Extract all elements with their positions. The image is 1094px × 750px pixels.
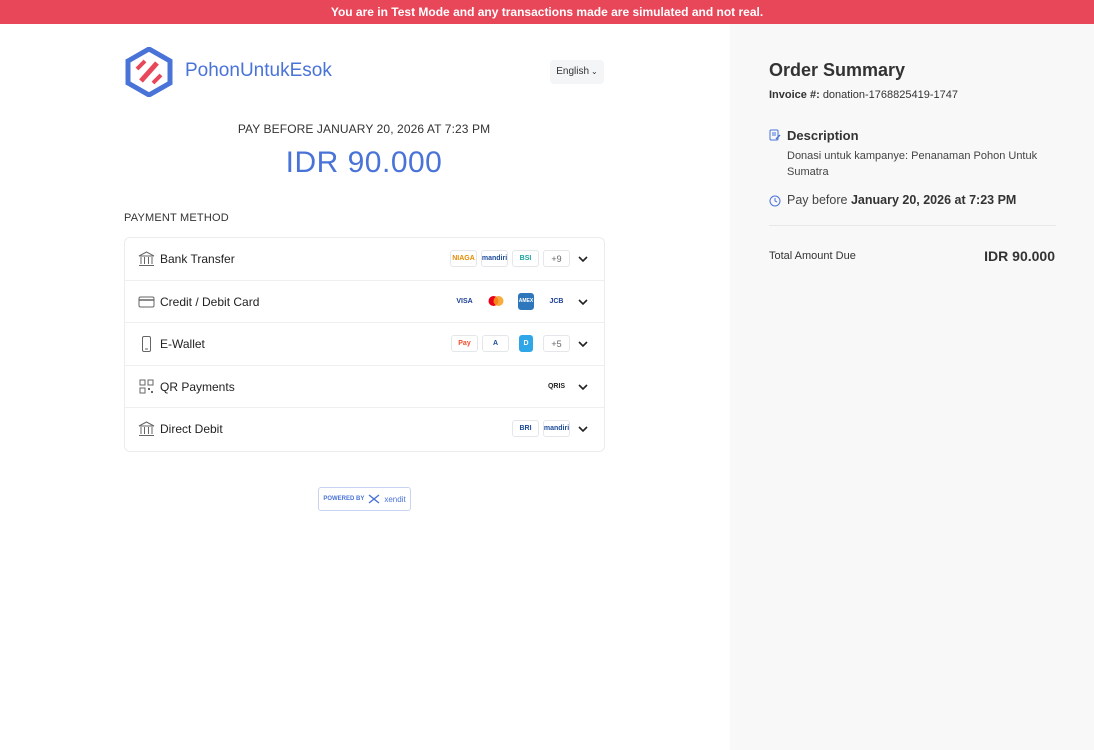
invoice-label: Invoice #: — [769, 89, 820, 101]
description-heading: Description — [787, 128, 859, 143]
more-count-chip: +5 — [543, 335, 570, 352]
method-label: Credit / Debit Card — [160, 294, 260, 309]
chevron-down-icon — [578, 256, 588, 263]
bank-icon — [138, 421, 155, 436]
method-logos: QRIS — [543, 377, 570, 395]
method-qr-payments[interactable]: QR Payments QRIS — [125, 366, 604, 408]
payment-amount: IDR 90.000 — [285, 146, 443, 179]
total-amount-value: IDR 90.000 — [984, 248, 1055, 264]
chevron-down-icon — [578, 298, 588, 305]
test-mode-banner: You are in Test Mode and any transaction… — [0, 0, 1094, 24]
qris-logo-chip: QRIS — [543, 377, 570, 395]
bank-logo-chip: BRI — [512, 420, 539, 437]
method-label: Bank Transfer — [160, 252, 235, 266]
bank-logo-chip: NIAGA — [450, 250, 477, 267]
divider — [769, 225, 1056, 226]
qr-icon — [139, 379, 154, 393]
xendit-logo-icon — [368, 494, 380, 504]
brand-name: PohonUntukEsok — [185, 60, 332, 81]
bank-logo-chip: BSI — [512, 250, 539, 267]
pay-before-text: PAY BEFORE JANUARY 20, 2026 AT 7:23 PM — [237, 122, 491, 136]
invoice-number: donation-1768825419-1747 — [822, 89, 958, 101]
payment-panel: PohonUntukEsok English ⌄ PAY BEFORE JANUA… — [0, 24, 730, 750]
chevron-down-icon: ⌄ — [591, 67, 598, 76]
order-summary-title: Order Summary — [769, 60, 906, 80]
powered-by-label: POWERED BY — [323, 496, 365, 502]
wallet-logo-chip: Pay — [451, 335, 478, 352]
jcb-logo-chip: JCB — [543, 292, 570, 310]
xendit-label: xendit — [384, 494, 406, 504]
method-credit-debit-card[interactable]: Credit / Debit Card VISA AMEX JCB — [125, 281, 604, 323]
bank-logo-chip: mandiri — [481, 250, 508, 267]
invoice-line: Invoice #: donation-1768825419-1747 — [769, 89, 958, 101]
amex-logo-chip: AMEX — [518, 292, 534, 310]
wallet-logo-chip: D — [519, 335, 533, 352]
method-label: E-Wallet — [160, 337, 205, 351]
method-direct-debit[interactable]: Direct Debit BRI mandiri — [125, 408, 604, 451]
brand-logo-icon — [125, 47, 173, 97]
visa-logo-chip: VISA — [451, 292, 478, 310]
language-label: English — [556, 66, 590, 77]
language-selector[interactable]: English ⌄ — [550, 60, 604, 84]
method-logos: BRI mandiri — [512, 420, 570, 437]
method-label: QR Payments — [160, 379, 235, 394]
powered-by-xendit-badge[interactable]: POWERED BY xendit — [318, 487, 411, 511]
bank-icon — [138, 251, 155, 266]
clock-icon — [769, 195, 781, 207]
pay-before-line: Pay before January 20, 2026 at 7:23 PM — [787, 193, 1016, 207]
bank-logo-chip: mandiri — [543, 420, 570, 437]
chevron-down-icon — [578, 341, 588, 348]
description-text: Donasi untuk kampanye: Penanaman Pohon U… — [787, 150, 1038, 178]
mastercard-icon — [488, 296, 503, 306]
pay-before-date: January 20, 2026 at 7:23 PM — [850, 193, 1017, 207]
total-amount-label: Total Amount Due — [769, 250, 856, 262]
phone-icon — [142, 336, 151, 352]
wallet-logo-chip: A — [482, 335, 509, 352]
method-e-wallet[interactable]: E-Wallet Pay A D +5 — [125, 323, 604, 366]
more-count-chip: +9 — [543, 250, 570, 267]
method-bank-transfer[interactable]: Bank Transfer NIAGA mandiri BSI +9 — [125, 238, 604, 281]
method-logos: NIAGA mandiri BSI +9 — [450, 250, 570, 267]
order-summary-panel: Order Summary Invoice #: donation-176882… — [730, 24, 1094, 750]
document-icon — [769, 129, 781, 141]
chevron-down-icon — [578, 426, 588, 433]
method-label: Direct Debit — [160, 422, 223, 436]
card-icon — [138, 296, 155, 307]
chevron-down-icon — [578, 383, 588, 390]
method-logos: Pay A D +5 — [451, 335, 570, 352]
payment-method-list: Bank Transfer NIAGA mandiri BSI +9 Credi… — [124, 237, 605, 452]
method-logos: VISA AMEX JCB — [451, 292, 570, 310]
pay-before-label: Pay before — [787, 193, 848, 207]
mastercard-logo-chip — [482, 292, 509, 310]
payment-method-heading: PAYMENT METHOD — [124, 212, 229, 224]
